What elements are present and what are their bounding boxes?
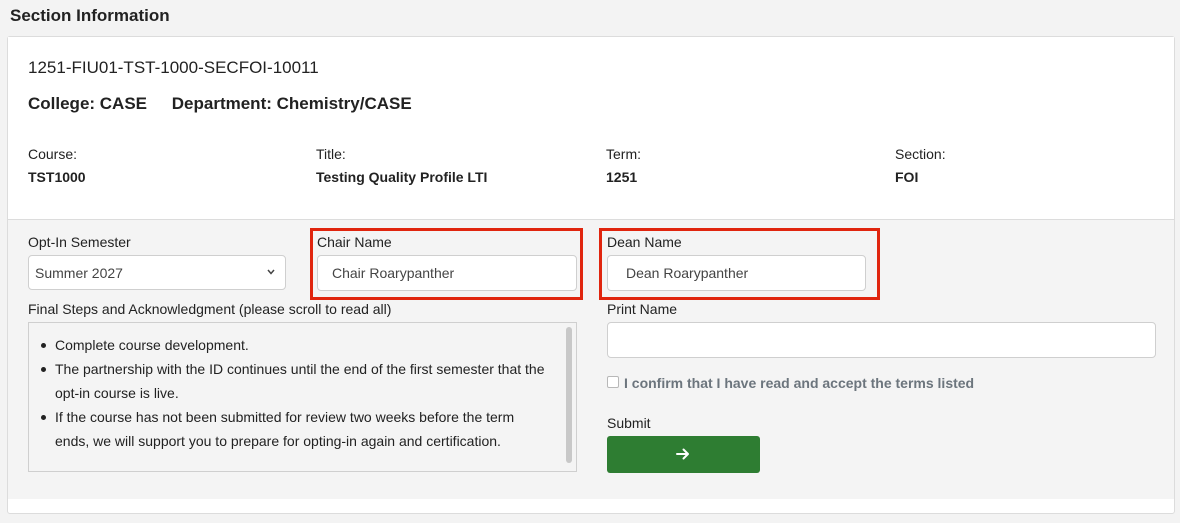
section-card: 1251-FIU01-TST-1000-SECFOI-10011 College… xyxy=(7,36,1175,514)
dean-name-input[interactable]: Dean Roarypanther xyxy=(607,255,866,291)
meta-term: Term: 1251 xyxy=(606,146,641,185)
submit-label: Submit xyxy=(607,415,651,431)
confirm-label: I confirm that I have read and accept th… xyxy=(624,375,975,391)
chair-name-input[interactable]: Chair Roarypanther xyxy=(317,255,577,291)
chair-label: Chair Name xyxy=(317,234,392,250)
print-name-input[interactable] xyxy=(607,322,1156,358)
meta-title-label: Title: xyxy=(316,146,346,162)
meta-term-label: Term: xyxy=(606,146,641,162)
chevron-down-icon xyxy=(267,269,275,275)
meta-title-value: Testing Quality Profile LTI xyxy=(316,169,488,185)
meta-section: Section: FOI xyxy=(895,146,946,185)
section-title: Section Information xyxy=(10,6,170,25)
meta-title: Title: Testing Quality Profile LTI xyxy=(316,146,487,185)
semester-label: Opt-In Semester xyxy=(28,234,131,250)
section-summary: 1251-FIU01-TST-1000-SECFOI-10011 College… xyxy=(8,37,1174,220)
terms-scroll-box[interactable]: Complete course development. The partner… xyxy=(28,322,577,472)
meta-course: Course: TST1000 xyxy=(28,146,86,185)
final-steps-label: Final Steps and Acknowledgment (please s… xyxy=(28,301,392,317)
print-name-label: Print Name xyxy=(607,301,678,317)
semester-selected-value: Summer 2027 xyxy=(35,265,123,281)
section-id: 1251-FIU01-TST-1000-SECFOI-10011 xyxy=(28,58,319,77)
arrow-right-icon xyxy=(676,448,689,460)
meta-section-label: Section: xyxy=(895,146,946,162)
college-text: College: CASE xyxy=(28,94,148,113)
meta-section-value: FOI xyxy=(895,169,919,185)
dean-label: Dean Name xyxy=(607,234,682,250)
meta-course-label: Course: xyxy=(28,146,78,162)
terms-item: The partnership with the ID continues un… xyxy=(41,357,546,405)
terms-item: Complete course development. xyxy=(41,333,546,357)
semester-select[interactable]: Summer 2027 xyxy=(28,255,286,290)
terms-list: Complete course development. The partner… xyxy=(29,323,576,453)
department-text: Department: Chemistry/CASE xyxy=(171,94,412,113)
meta-course-value: TST1000 xyxy=(28,169,86,185)
meta-term-value: 1251 xyxy=(606,169,638,185)
terms-item: If the course has not been submitted for… xyxy=(41,405,546,453)
college-department: College: CASE Department: Chemistry/CASE xyxy=(28,94,412,114)
confirm-checkbox[interactable] xyxy=(607,376,619,388)
terms-scrollbar[interactable] xyxy=(566,327,572,463)
submit-button[interactable] xyxy=(607,436,760,473)
